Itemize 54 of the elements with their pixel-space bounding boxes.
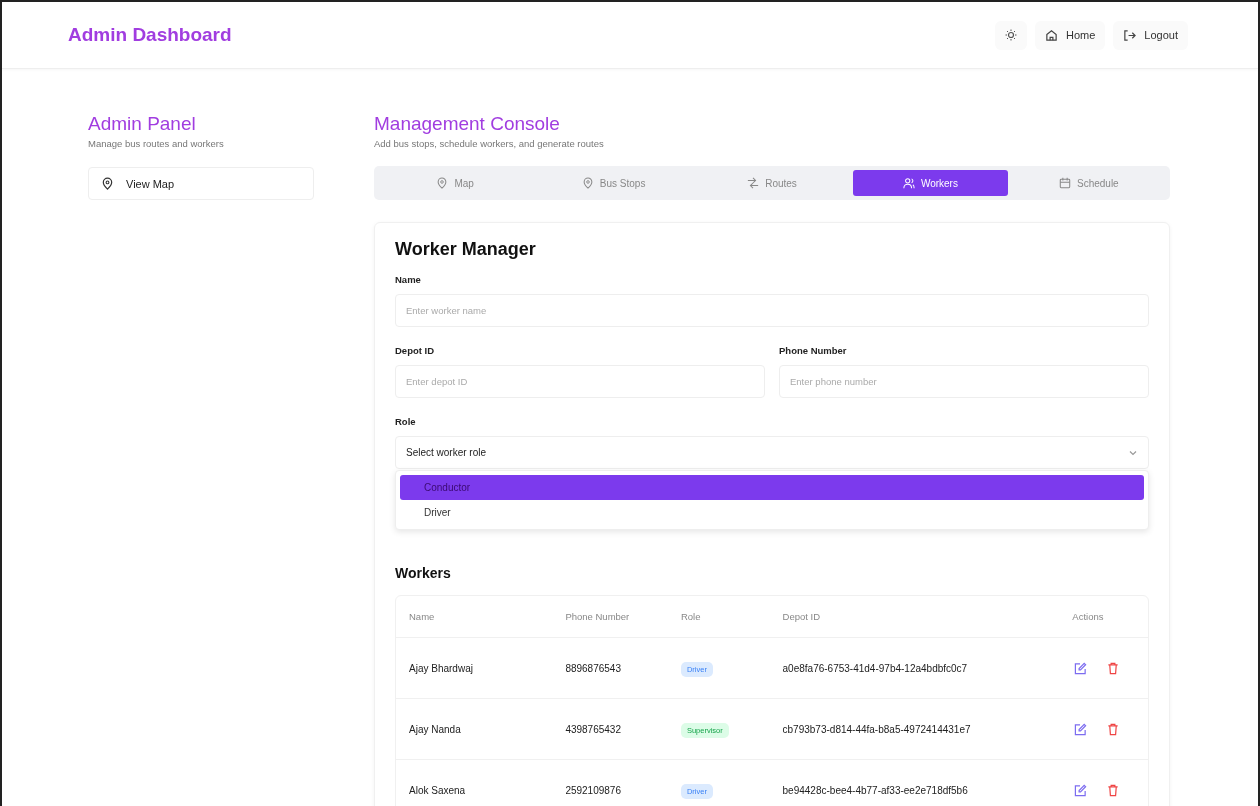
field-label: Role [395, 416, 417, 427]
column-header: Name [408, 611, 436, 622]
table-cell-text: cb793b73-d814-44fa-b8a5-4972414431e7 [781, 723, 972, 735]
panel-subtitle: Manage bus routes and workers [88, 138, 225, 149]
tab[interactable]: Bus Stops [536, 170, 691, 196]
console-subtitle: Add bus stops, schedule workers, and generate routes [374, 138, 605, 149]
table-cell-text: Alok Saxena [408, 784, 467, 796]
table-cell-text: be94428c-bee4-4b77-af33-ee2e718df5b6 [781, 784, 969, 796]
trash-icon [1107, 783, 1120, 797]
panel-title: Admin Panel [88, 113, 197, 135]
table-cell-text: 2592109876 [564, 784, 622, 796]
field-label: Depot ID [395, 345, 436, 356]
edit-icon [1074, 783, 1088, 797]
map-pin-icon [101, 177, 114, 190]
edit-icon [1074, 661, 1088, 675]
sun-icon [1005, 29, 1017, 41]
logout-icon [1123, 28, 1137, 42]
dropdown-option[interactable]: Driver [400, 500, 1144, 525]
arrows-icon [747, 177, 760, 189]
depot-field[interactable]: Enter depot ID [395, 365, 765, 398]
column-header: Depot ID [781, 611, 822, 622]
section-title: Workers [395, 565, 452, 581]
sidebar-item[interactable]: View Map [88, 167, 314, 200]
home-icon [1045, 28, 1058, 42]
users-icon [902, 177, 915, 189]
console-title: Management Console [374, 113, 561, 135]
calendar-icon [1058, 177, 1071, 189]
tab[interactable]: Workers [853, 170, 1008, 196]
phone-field[interactable]: Enter phone number [779, 365, 1149, 398]
map-pin-icon [436, 177, 449, 189]
card-title: Worker Manager [395, 239, 537, 260]
tab[interactable]: Routes [694, 170, 850, 196]
field-label: Phone Number [779, 345, 848, 356]
theme-button[interactable] [995, 20, 1027, 50]
column-header: Actions [1071, 611, 1105, 622]
logout-button[interactable]: Logout [1113, 20, 1188, 50]
tab[interactable]: Schedule [1011, 170, 1167, 196]
column-header: Role [679, 611, 702, 622]
trash-icon [1107, 722, 1120, 736]
field-label: Name [395, 274, 422, 285]
column-header: Phone Number [564, 611, 631, 622]
table-cell-text: 4398765432 [564, 723, 622, 735]
name-field[interactable]: Enter worker name [395, 294, 1149, 327]
table-cell-text: Ajay Nanda [408, 723, 462, 735]
trash-icon [1107, 661, 1120, 675]
home-button[interactable]: Home [1035, 20, 1106, 50]
map-pin-icon [581, 177, 594, 189]
table-cell-text: a0e8fa76-6753-41d4-97b4-12a4bdbfc0c7 [781, 662, 969, 674]
role-select[interactable]: Select worker role [395, 436, 1149, 469]
edit-icon [1074, 722, 1088, 736]
app-title: Admin Dashboard [68, 24, 232, 46]
table-cell-text: Ajay Bhardwaj [408, 662, 474, 674]
table-cell-text: 8896876543 [564, 662, 622, 674]
tab[interactable]: Map [378, 170, 533, 196]
